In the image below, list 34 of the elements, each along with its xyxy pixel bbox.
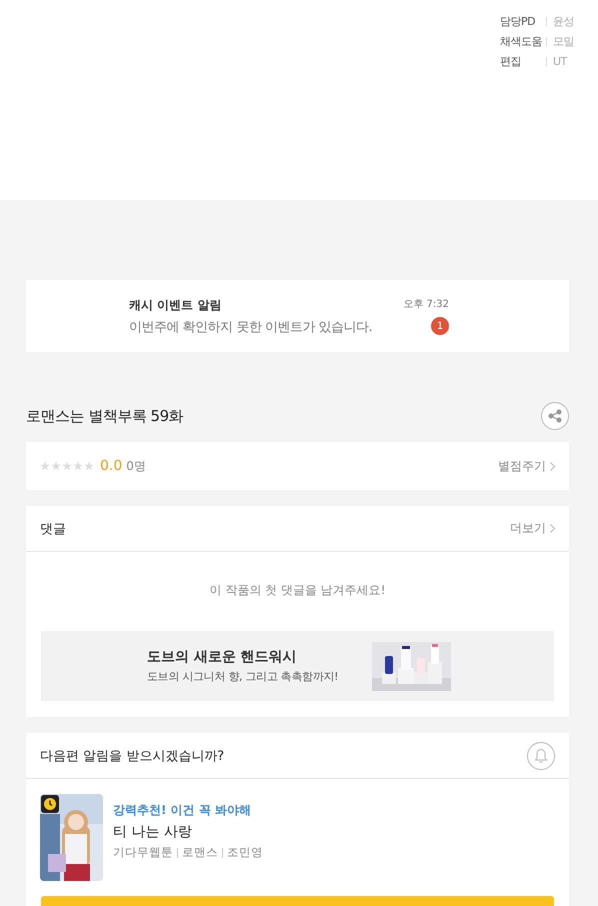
chevron-icon xyxy=(550,462,555,470)
share-icon xyxy=(548,409,562,423)
clock-icon xyxy=(41,795,59,813)
rating-count: 0명 xyxy=(126,458,146,474)
recommendation-tagline: 강력추천! 이건 꼭 봐야해 xyxy=(113,802,252,819)
notice-title: 캐시 이벤트 알림 xyxy=(129,296,222,314)
notice-message: 이번주에 확인하지 못한 이벤트가 있습니다. xyxy=(129,318,372,336)
chevron-icon xyxy=(550,524,555,533)
credit-role: 채색도움 xyxy=(500,34,543,49)
more-link[interactable]: 더보기 xyxy=(510,520,555,537)
credit-role: 편집 xyxy=(500,54,522,69)
notification-button[interactable] xyxy=(527,742,555,770)
recommended-title[interactable]: 티 나는 사랑 xyxy=(113,823,263,841)
credit-name: 윤성 xyxy=(553,14,574,29)
ad-banner[interactable]: 도브의 새로운 핸드워시 도브의 시그니처 향, 그리고 촉촉함까지! xyxy=(41,631,554,701)
ad-subtitle: 도브의 시그니처 향, 그리고 촉촉함까지! xyxy=(147,669,338,684)
next-episode-question: 다음편 알림을 받으시겠습니까? xyxy=(40,748,224,764)
count-badge: 1 xyxy=(431,317,449,335)
bell-icon xyxy=(534,748,548,763)
work-info: 로맨스 xyxy=(182,845,218,860)
notice-time: 오후 7:32 xyxy=(403,298,449,311)
work-info: 조민영 xyxy=(227,845,263,860)
credit-name: 모밀 xyxy=(553,34,574,49)
comments-title: 댓글 xyxy=(40,520,66,538)
empty-comments-message: 이 작품의 첫 댓글을 남겨주세요! xyxy=(208,582,387,599)
episode-title: 로맨스는 별책부록 59화 xyxy=(26,406,184,426)
rating-score: 0.0 xyxy=(100,458,122,474)
work-info: 기다무웹툰 xyxy=(113,845,173,860)
notice-card[interactable]: 캐시 이벤트 알림 이번주에 확인하지 못한 이벤트가 있습니다. 오후 7:32 1 xyxy=(26,280,569,352)
rate-link[interactable]: 별점주기 xyxy=(498,458,555,474)
share-button[interactable] xyxy=(541,402,569,430)
credit-role: 담당PD xyxy=(500,14,536,29)
credit-name: UT xyxy=(553,55,567,68)
ad-title: 도브의 새로운 핸드워시 xyxy=(147,648,298,666)
